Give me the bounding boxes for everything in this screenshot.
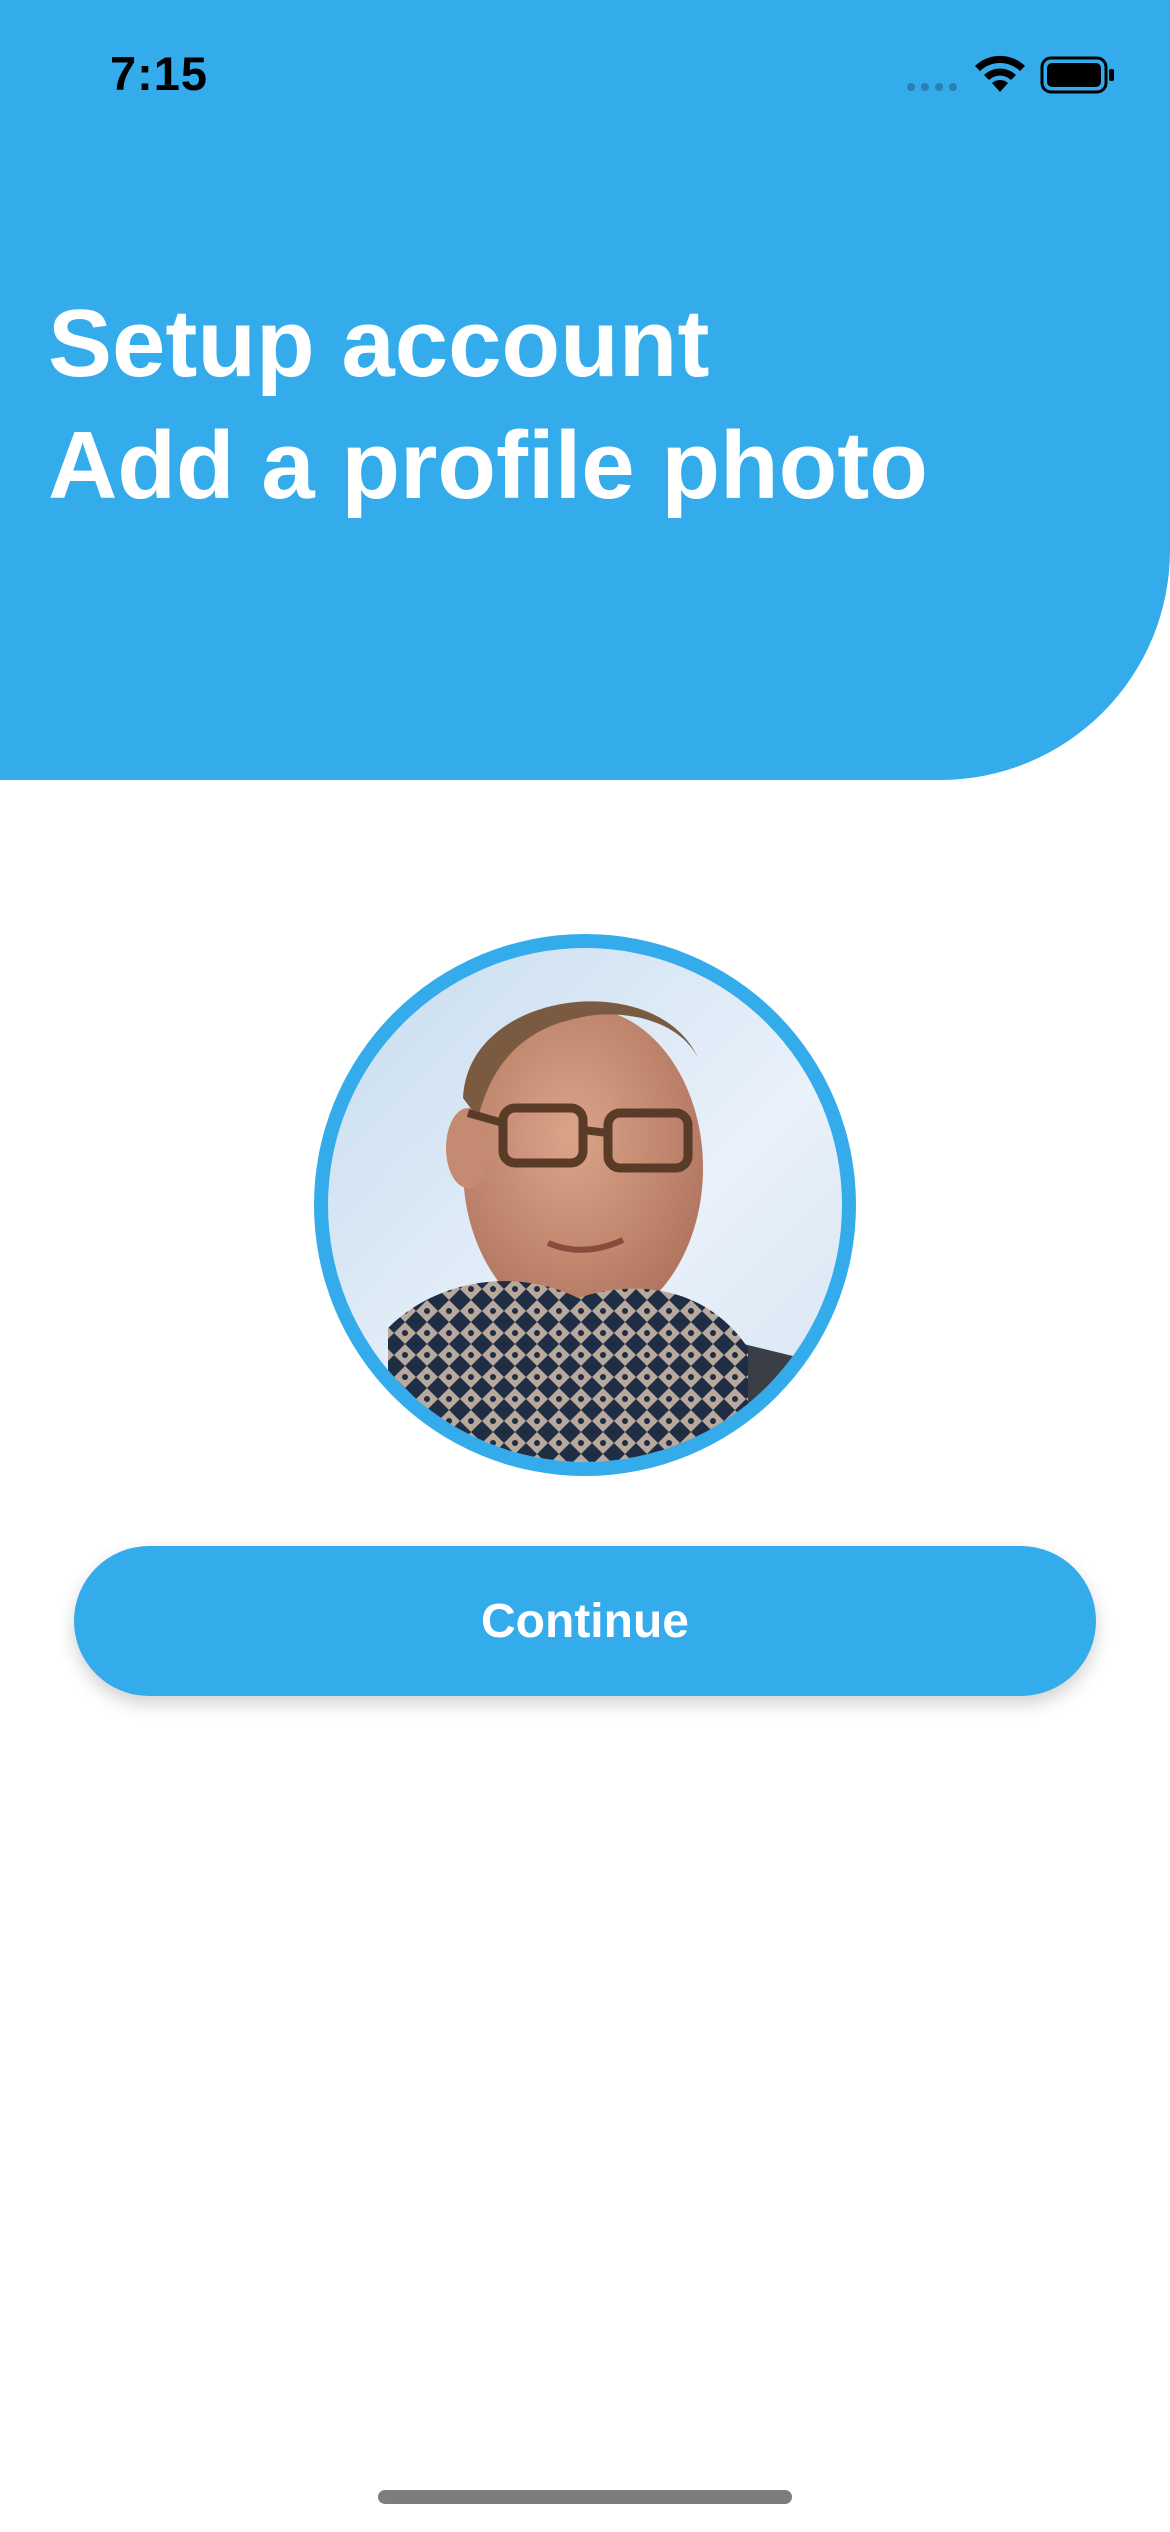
page-subtitle: Add a profile photo [48, 412, 928, 519]
avatar [328, 948, 842, 1462]
battery-icon [1040, 56, 1114, 94]
avatar-button[interactable] [314, 934, 856, 1476]
page-title: Setup account [48, 290, 710, 397]
home-indicator[interactable] [378, 2490, 792, 2504]
status-time: 7:15 [110, 47, 209, 100]
status-bar: 7:15 [0, 0, 1170, 150]
continue-button-label: Continue [481, 1594, 689, 1648]
wifi-icon [975, 55, 1025, 92]
signal-icon [907, 83, 957, 91]
continue-button[interactable]: Continue [74, 1546, 1096, 1696]
setup-profile-screen: 7:15 Setup account Add a profile photo C… [0, 0, 1170, 2532]
header-banner: 7:15 Setup account Add a profile photo [0, 0, 1170, 780]
